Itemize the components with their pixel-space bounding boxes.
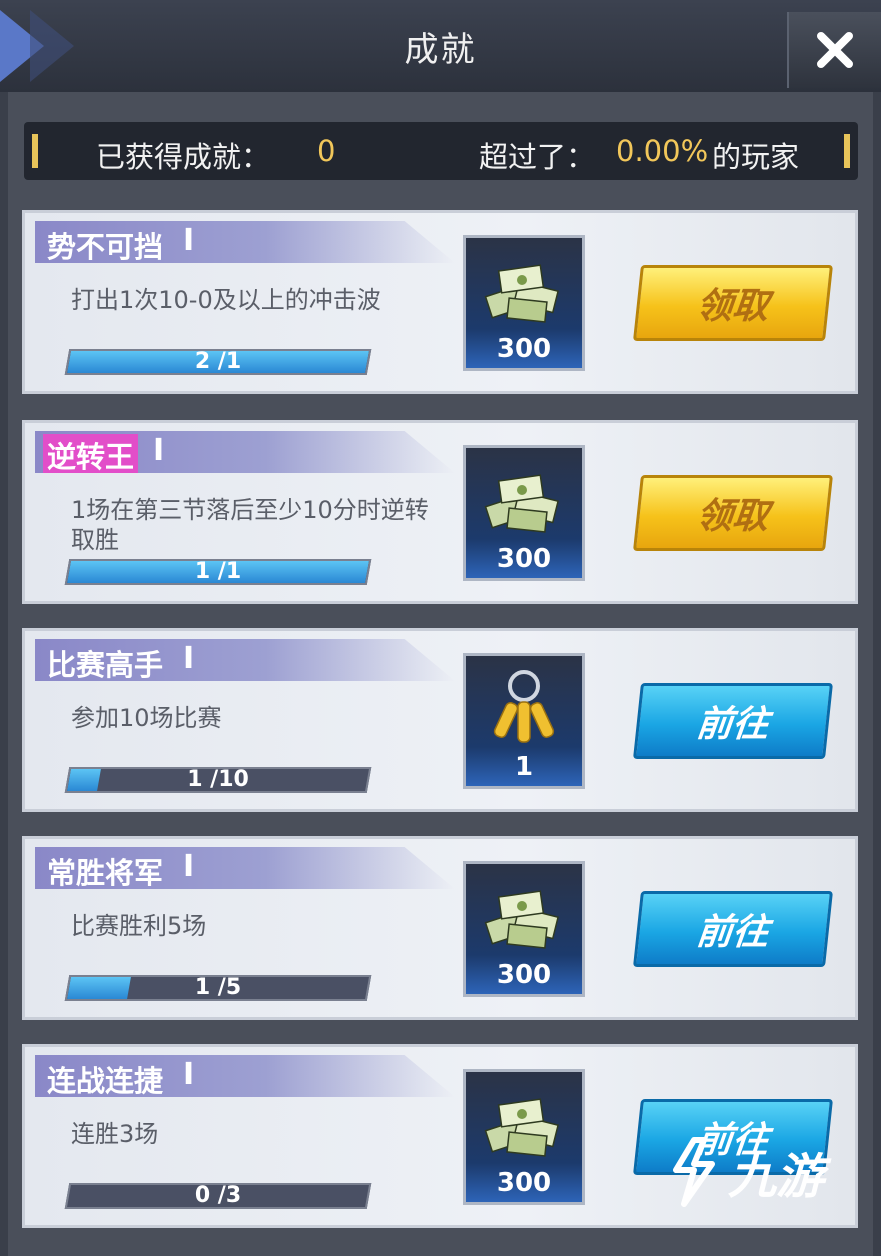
summary-divider xyxy=(32,134,38,168)
achievement-description: 比赛胜利5场 xyxy=(71,912,207,940)
reward-amount: 300 xyxy=(496,1168,552,1198)
close-button[interactable] xyxy=(787,12,881,88)
exceed-label: 超过了： xyxy=(479,140,596,174)
achievement-description: 连胜3场 xyxy=(71,1120,159,1148)
close-icon xyxy=(817,32,853,68)
achievement-card: 逆转王 I 1场在第三节落后至少10分时逆转取胜 1 /1 300 领取 xyxy=(22,420,858,604)
achievement-description: 参加10场比赛 xyxy=(71,704,222,732)
reward-item: 300 xyxy=(463,235,585,371)
achievement-name: 逆转王 xyxy=(43,434,139,473)
achievement-description: 1场在第三节落后至少10分时逆转取胜 xyxy=(71,496,429,554)
achievement-card: 比赛高手 I 参加10场比赛 1 /10 1 前往 xyxy=(22,628,858,812)
reward-item: 300 xyxy=(463,861,585,997)
keys-icon xyxy=(493,670,555,743)
achievement-ribbon: 比赛高手 I xyxy=(35,639,455,681)
page-title: 成就 xyxy=(404,30,477,70)
achievement-summary: 已获得成就： 0 超过了： 0.00% 的玩家 xyxy=(24,122,858,180)
summary-divider xyxy=(844,134,850,168)
achieved-count: 0 xyxy=(317,134,336,168)
cash-stack-icon xyxy=(484,264,559,323)
achievement-ribbon: 常胜将军 I xyxy=(35,847,455,889)
goto-button[interactable]: 前往 xyxy=(633,683,833,759)
achieved-label: 已获得成就： xyxy=(96,140,271,174)
progress-text: 0 /3 xyxy=(194,1183,242,1208)
achievement-card: 势不可挡 I 打出1次10-0及以上的冲击波 2 /1 300 领取 xyxy=(22,210,858,394)
cash-stack-icon xyxy=(484,474,559,533)
title-bar: 成就 xyxy=(0,0,881,92)
achievement-tier: I xyxy=(183,641,195,676)
achievement-ribbon: 势不可挡 I xyxy=(35,221,455,263)
reward-amount: 1 xyxy=(514,752,534,782)
achievement-ribbon: 逆转王 I xyxy=(35,431,455,473)
achievement-card: 常胜将军 I 比赛胜利5场 1 /5 300 前往 xyxy=(22,836,858,1020)
achievement-name: 势不可挡 xyxy=(47,230,164,264)
reward-item: 1 xyxy=(463,653,585,789)
reward-amount: 300 xyxy=(496,960,552,990)
achievement-tier: I xyxy=(183,849,195,884)
reward-item: 300 xyxy=(463,445,585,581)
goto-button[interactable]: 前往 xyxy=(633,891,833,967)
achievement-tier: I xyxy=(153,433,165,468)
claim-button[interactable]: 领取 xyxy=(633,475,833,551)
players-label: 的玩家 xyxy=(712,140,800,174)
reward-item: 300 xyxy=(463,1069,585,1205)
exceed-percent: 0.00% xyxy=(616,134,709,168)
watermark-text: 九游 xyxy=(728,1149,825,1205)
achievement-description: 打出1次10-0及以上的冲击波 xyxy=(71,286,381,314)
watermark: 九游 xyxy=(664,1136,824,1208)
progress-text: 1 /1 xyxy=(194,559,242,584)
achievement-name: 常胜将军 xyxy=(47,856,164,890)
achievement-name: 连战连捷 xyxy=(47,1064,164,1098)
reward-amount: 300 xyxy=(496,334,552,364)
watermark-logo-icon xyxy=(673,1137,715,1207)
claim-button[interactable]: 领取 xyxy=(633,265,833,341)
progress-text: 1 /5 xyxy=(194,975,242,1000)
reward-amount: 300 xyxy=(496,544,552,574)
achievement-name: 比赛高手 xyxy=(47,648,164,682)
cash-stack-icon xyxy=(484,1098,559,1157)
achievement-ribbon: 连战连捷 I xyxy=(35,1055,455,1097)
achievement-tier: I xyxy=(183,223,195,258)
cash-stack-icon xyxy=(484,890,559,949)
progress-text: 2 /1 xyxy=(194,349,242,374)
progress-text: 1 /10 xyxy=(187,767,249,792)
achievement-tier: I xyxy=(183,1057,195,1092)
